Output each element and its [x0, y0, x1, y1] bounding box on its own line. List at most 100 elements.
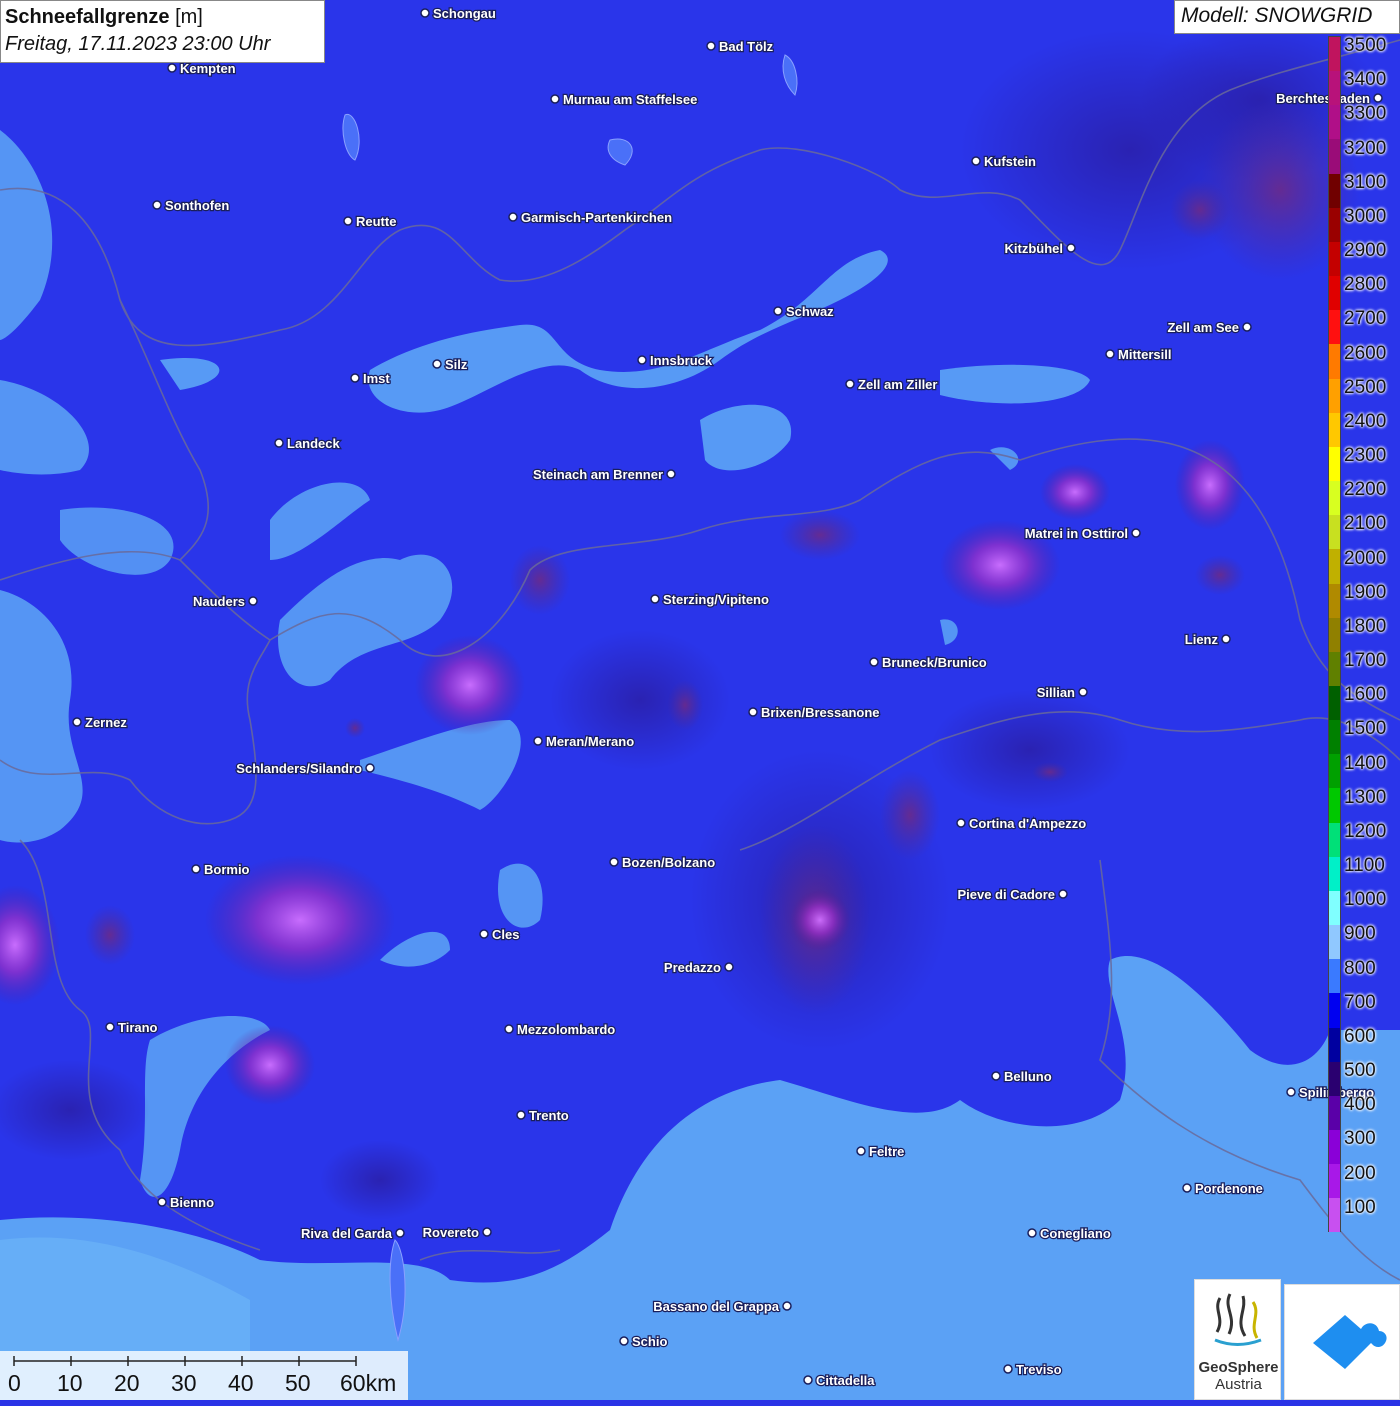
- legend-label: 1000: [1344, 889, 1387, 911]
- legend-swatch: [1329, 925, 1340, 960]
- legend-label: 2800: [1344, 274, 1387, 296]
- legend-swatch: [1329, 37, 1340, 72]
- city-label: Zell am See: [1167, 320, 1239, 335]
- city-marker[interactable]: Bozen/Bolzano: [609, 854, 716, 871]
- city-label: Rovereto: [423, 1225, 479, 1240]
- legend-label: 400: [1344, 1094, 1376, 1116]
- city-marker[interactable]: Matrei in Osttirol: [1023, 525, 1141, 542]
- legend-swatch: [1329, 754, 1340, 789]
- legend-color-bar: [1328, 36, 1341, 1233]
- city-marker[interactable]: Meran/Merano: [533, 733, 635, 750]
- city-label: Schlanders/Silandro: [236, 761, 362, 776]
- legend-swatch: [1329, 993, 1340, 1028]
- legend-swatch: [1329, 515, 1340, 550]
- legend-swatch: [1329, 617, 1340, 652]
- city-dot: [1058, 889, 1068, 899]
- legend-swatch: [1329, 788, 1340, 823]
- city-marker[interactable]: Brixen/Bressanone: [748, 704, 881, 721]
- city-marker[interactable]: Zell am Ziller: [845, 376, 939, 393]
- legend-label: 1800: [1344, 615, 1387, 637]
- city-marker[interactable]: Bruneck/Brunico: [869, 654, 988, 671]
- legend-swatch: [1329, 71, 1340, 106]
- legend-swatch: [1329, 344, 1340, 379]
- city-label: Belluno: [1004, 1069, 1052, 1084]
- legend-swatch: [1329, 1130, 1340, 1165]
- city-label: Cortina d'Ampezzo: [969, 816, 1086, 831]
- legend-swatch: [1329, 481, 1340, 516]
- legend-swatch: [1329, 1027, 1340, 1062]
- legend-label: 1700: [1344, 650, 1387, 672]
- city-dot: [432, 359, 442, 369]
- weather-app-logo[interactable]: [1284, 1284, 1400, 1400]
- city-dot: [782, 1301, 792, 1311]
- city-dot: [1105, 349, 1115, 359]
- legend-swatch: [1329, 378, 1340, 413]
- city-label: Schio: [632, 1334, 667, 1349]
- legend-label: 1600: [1344, 684, 1387, 706]
- city-label: Bozen/Bolzano: [622, 855, 715, 870]
- city-label: Garmisch-Partenkirchen: [521, 210, 672, 225]
- city-dot: [274, 438, 284, 448]
- legend-swatch: [1329, 276, 1340, 311]
- city-dot: [1003, 1364, 1013, 1374]
- city-dot: [1221, 634, 1231, 644]
- geosphere-name: GeoSphere: [1198, 1359, 1279, 1376]
- city-marker[interactable]: Zell am See: [1166, 319, 1252, 336]
- city-marker[interactable]: Schongau: [420, 5, 497, 22]
- city-dot: [105, 1022, 115, 1032]
- city-marker[interactable]: Cortina d'Ampezzo: [956, 815, 1088, 832]
- city-label: Nauders: [193, 594, 245, 609]
- city-marker[interactable]: Murnau am Staffelsee: [550, 91, 699, 108]
- legend-label: 2100: [1344, 513, 1387, 535]
- city-marker[interactable]: Schlanders/Silandro: [235, 760, 375, 777]
- city-dot: [803, 1375, 813, 1385]
- city-dot: [1078, 687, 1088, 697]
- geosphere-logo[interactable]: GeoSphere Austria: [1194, 1279, 1281, 1400]
- city-dot: [516, 1110, 526, 1120]
- city-marker[interactable]: Steinach am Brenner: [532, 466, 676, 483]
- city-label: Mittersill: [1118, 347, 1171, 362]
- city-marker[interactable]: Conegliano: [1027, 1225, 1112, 1242]
- city-label: Reutte: [356, 214, 396, 229]
- scale-label-40: 40: [228, 1370, 254, 1396]
- snowfall-limit-map[interactable]: Schongau Bad Tölz Kempten Murnau am Staffel…: [0, 0, 1400, 1400]
- legend-swatch: [1329, 241, 1340, 277]
- map-title-box: Schneefallgrenze [m] Freitag, 17.11.2023…: [0, 0, 325, 63]
- city-marker[interactable]: Sonthofen: [152, 197, 231, 214]
- city-dot: [724, 962, 734, 972]
- city-dot: [869, 657, 879, 667]
- legend-label: 300: [1344, 1128, 1376, 1150]
- city-dot: [1066, 243, 1076, 253]
- city-dot: [1242, 322, 1252, 332]
- legend-label: 2000: [1344, 547, 1387, 569]
- city-dot: [1027, 1228, 1037, 1238]
- legend-label: 2500: [1344, 376, 1387, 398]
- city-marker[interactable]: Pieve di Cadore: [956, 886, 1068, 903]
- city-label: Sillian: [1037, 685, 1075, 700]
- city-marker[interactable]: Sterzing/Vipiteno: [650, 591, 770, 608]
- legend-label: 2600: [1344, 342, 1387, 364]
- city-label: Meran/Merano: [546, 734, 634, 749]
- legend-label: 3100: [1344, 171, 1387, 193]
- city-label: Murnau am Staffelsee: [563, 92, 697, 107]
- city-marker[interactable]: Pordenone: [1182, 1180, 1264, 1197]
- legend-swatch: [1329, 105, 1340, 140]
- city-dot: [619, 1336, 629, 1346]
- city-marker[interactable]: Garmisch-Partenkirchen: [508, 209, 673, 226]
- legend-label: 1500: [1344, 718, 1387, 740]
- city-dot: [773, 306, 783, 316]
- legend-label: 3400: [1344, 69, 1387, 91]
- city-label: Matrei in Osttirol: [1025, 526, 1128, 541]
- city-marker[interactable]: Mezzolombardo: [504, 1021, 617, 1038]
- city-label: Predazzo: [664, 960, 721, 975]
- legend-swatch: [1329, 173, 1340, 208]
- city-label: Bienno: [170, 1195, 214, 1210]
- geosphere-emblem-icon: [1214, 1293, 1262, 1346]
- model-label: Modell: SNOWGRID: [1174, 0, 1400, 34]
- city-marker[interactable]: Riva del Garda: [300, 1225, 405, 1242]
- city-marker[interactable]: Bassano del Grappa: [652, 1298, 792, 1315]
- city-dot: [991, 1071, 1001, 1081]
- city-label: Mezzolombardo: [517, 1022, 615, 1037]
- city-label: Steinach am Brenner: [533, 467, 663, 482]
- city-marker[interactable]: Innsbruck: [637, 352, 714, 369]
